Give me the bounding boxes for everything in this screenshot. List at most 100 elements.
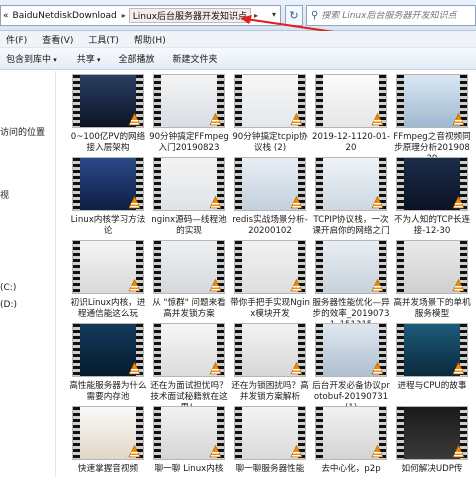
file-name-label: 初识Linux内核，进程通信能这么玩 (70, 298, 146, 319)
film-strip-edge (73, 241, 80, 293)
film-strip-edge (235, 75, 242, 127)
film-strip-edge (235, 241, 242, 293)
vlc-player-icon (290, 445, 303, 458)
file-name-label: 进程与CPU的故事 (397, 381, 467, 391)
video-thumbnail (72, 406, 144, 460)
vlc-player-icon (128, 445, 141, 458)
search-input[interactable] (321, 10, 472, 21)
film-strip-edge (235, 324, 242, 376)
file-name-label: redis实战场景分析-20200102 (232, 215, 308, 236)
video-thumbnail (234, 323, 306, 377)
address-bar[interactable]: « BaiduNetdiskDownload ▸ Linux后台服务器开发知识点… (0, 5, 281, 26)
file-name-label: 90分钟搞定tcpip协议栈 (2) (232, 132, 308, 153)
film-strip-edge (316, 241, 323, 293)
film-strip-edge (154, 324, 161, 376)
vlc-player-icon (371, 113, 384, 126)
file-name-label: 90分钟搞定FFmpeg入门20190823 (149, 132, 229, 153)
video-thumbnail (153, 240, 225, 294)
video-thumbnail (396, 406, 468, 460)
video-thumbnail (396, 323, 468, 377)
vlc-player-icon (209, 362, 222, 375)
file-name-label: 不为人知的TCP长连接-12-30 (393, 215, 471, 236)
vlc-player-icon (290, 196, 303, 209)
nav-recent-places[interactable]: 访问的位置 (0, 125, 45, 138)
vlc-player-icon (209, 196, 222, 209)
film-strip-edge (73, 324, 80, 376)
refresh-icon: ↻ (289, 9, 299, 22)
play-all-button[interactable]: 全部播放 (113, 52, 161, 65)
breadcrumb-baidunetdiskdownload[interactable]: BaiduNetdiskDownload (11, 11, 119, 21)
address-dropdown-icon[interactable]: ▾ (272, 10, 284, 22)
film-strip-edge (316, 158, 323, 210)
breadcrumb-separator-icon[interactable]: ▸ (251, 11, 261, 20)
film-strip-edge (154, 75, 161, 127)
film-strip-edge (73, 407, 80, 459)
file-name-label: 去中心化，p2p (321, 464, 381, 474)
breadcrumb-separator-icon[interactable]: ▸ (119, 11, 129, 20)
include-in-library-button[interactable]: 包含到库中 (0, 52, 63, 65)
refresh-button[interactable]: ↻ (285, 5, 303, 26)
film-strip-edge (154, 241, 161, 293)
vlc-player-icon (290, 362, 303, 375)
menu-tools[interactable]: 工具(T) (82, 33, 128, 46)
video-thumbnail (234, 74, 306, 128)
film-strip-edge (397, 75, 404, 127)
nav-videos[interactable]: 视 (0, 188, 9, 201)
film-strip-edge (397, 158, 404, 210)
menu-help[interactable]: 帮助(H) (128, 33, 175, 46)
video-thumbnail (396, 240, 468, 294)
nav-drive-d[interactable]: (D:) (0, 300, 17, 310)
file-name-label: 聊一聊 Linux内核 (154, 464, 224, 474)
vlc-player-icon (128, 279, 141, 292)
file-name-label: 快速掌握音视频 (77, 464, 139, 474)
new-folder-button[interactable]: 新建文件夹 (167, 52, 224, 65)
vlc-player-icon (209, 113, 222, 126)
vlc-player-icon (128, 113, 141, 126)
file-name-label: 0~100亿PV的网络接入层架构 (70, 132, 146, 153)
vlc-player-icon (452, 445, 465, 458)
film-strip-edge (73, 158, 80, 210)
file-name-label: 高并发场景下的单机服务模型 (393, 298, 471, 319)
video-thumbnail (396, 157, 468, 211)
command-toolbar: 包含到库中 共享 全部播放 新建文件夹 (0, 48, 476, 70)
vlc-player-icon (371, 279, 384, 292)
menu-file[interactable]: 件(F) (0, 33, 36, 46)
video-thumbnail (234, 157, 306, 211)
nav-drive-c[interactable]: (C:) (0, 283, 16, 293)
video-thumbnail (72, 157, 144, 211)
film-strip-edge (154, 407, 161, 459)
share-button[interactable]: 共享 (71, 52, 107, 65)
video-thumbnail (234, 240, 306, 294)
vlc-player-icon (290, 279, 303, 292)
film-strip-edge (73, 75, 80, 127)
menu-view[interactable]: 查看(V) (36, 33, 82, 46)
breadcrumb-overflow[interactable]: « (1, 11, 11, 21)
navigation-pane: 访问的位置 视 (C:) (D:) (0, 71, 56, 477)
search-field[interactable]: ⚲ (306, 5, 476, 26)
film-strip-edge (397, 241, 404, 293)
menu-bar: 件(F) 查看(V) 工具(T) 帮助(H) (0, 31, 476, 48)
video-thumbnail (315, 240, 387, 294)
video-thumbnail (153, 406, 225, 460)
vlc-player-icon (371, 196, 384, 209)
address-bar-row: « BaiduNetdiskDownload ▸ Linux后台服务器开发知识点… (0, 0, 476, 31)
vlc-player-icon (452, 113, 465, 126)
search-icon: ⚲ (311, 10, 319, 21)
film-strip-edge (154, 158, 161, 210)
vlc-player-icon (452, 196, 465, 209)
file-name-label: 如何解决UDP传 (401, 464, 463, 474)
film-strip-edge (316, 324, 323, 376)
vlc-player-icon (128, 196, 141, 209)
film-strip-edge (235, 407, 242, 459)
file-name-label: 2019-12-1120-01-20 (311, 132, 390, 153)
vlc-player-icon (209, 279, 222, 292)
film-strip-edge (397, 407, 404, 459)
video-thumbnail (234, 406, 306, 460)
breadcrumb-current-folder[interactable]: Linux后台服务器开发知识点 (128, 8, 252, 23)
vlc-player-icon (290, 113, 303, 126)
vlc-player-icon (209, 445, 222, 458)
file-name-label: nginx源码—线程池的实现 (151, 215, 227, 236)
video-thumbnail (153, 157, 225, 211)
video-thumbnail (72, 240, 144, 294)
file-name-label: 带你手把手实现Nginx模块开发 (230, 298, 310, 319)
